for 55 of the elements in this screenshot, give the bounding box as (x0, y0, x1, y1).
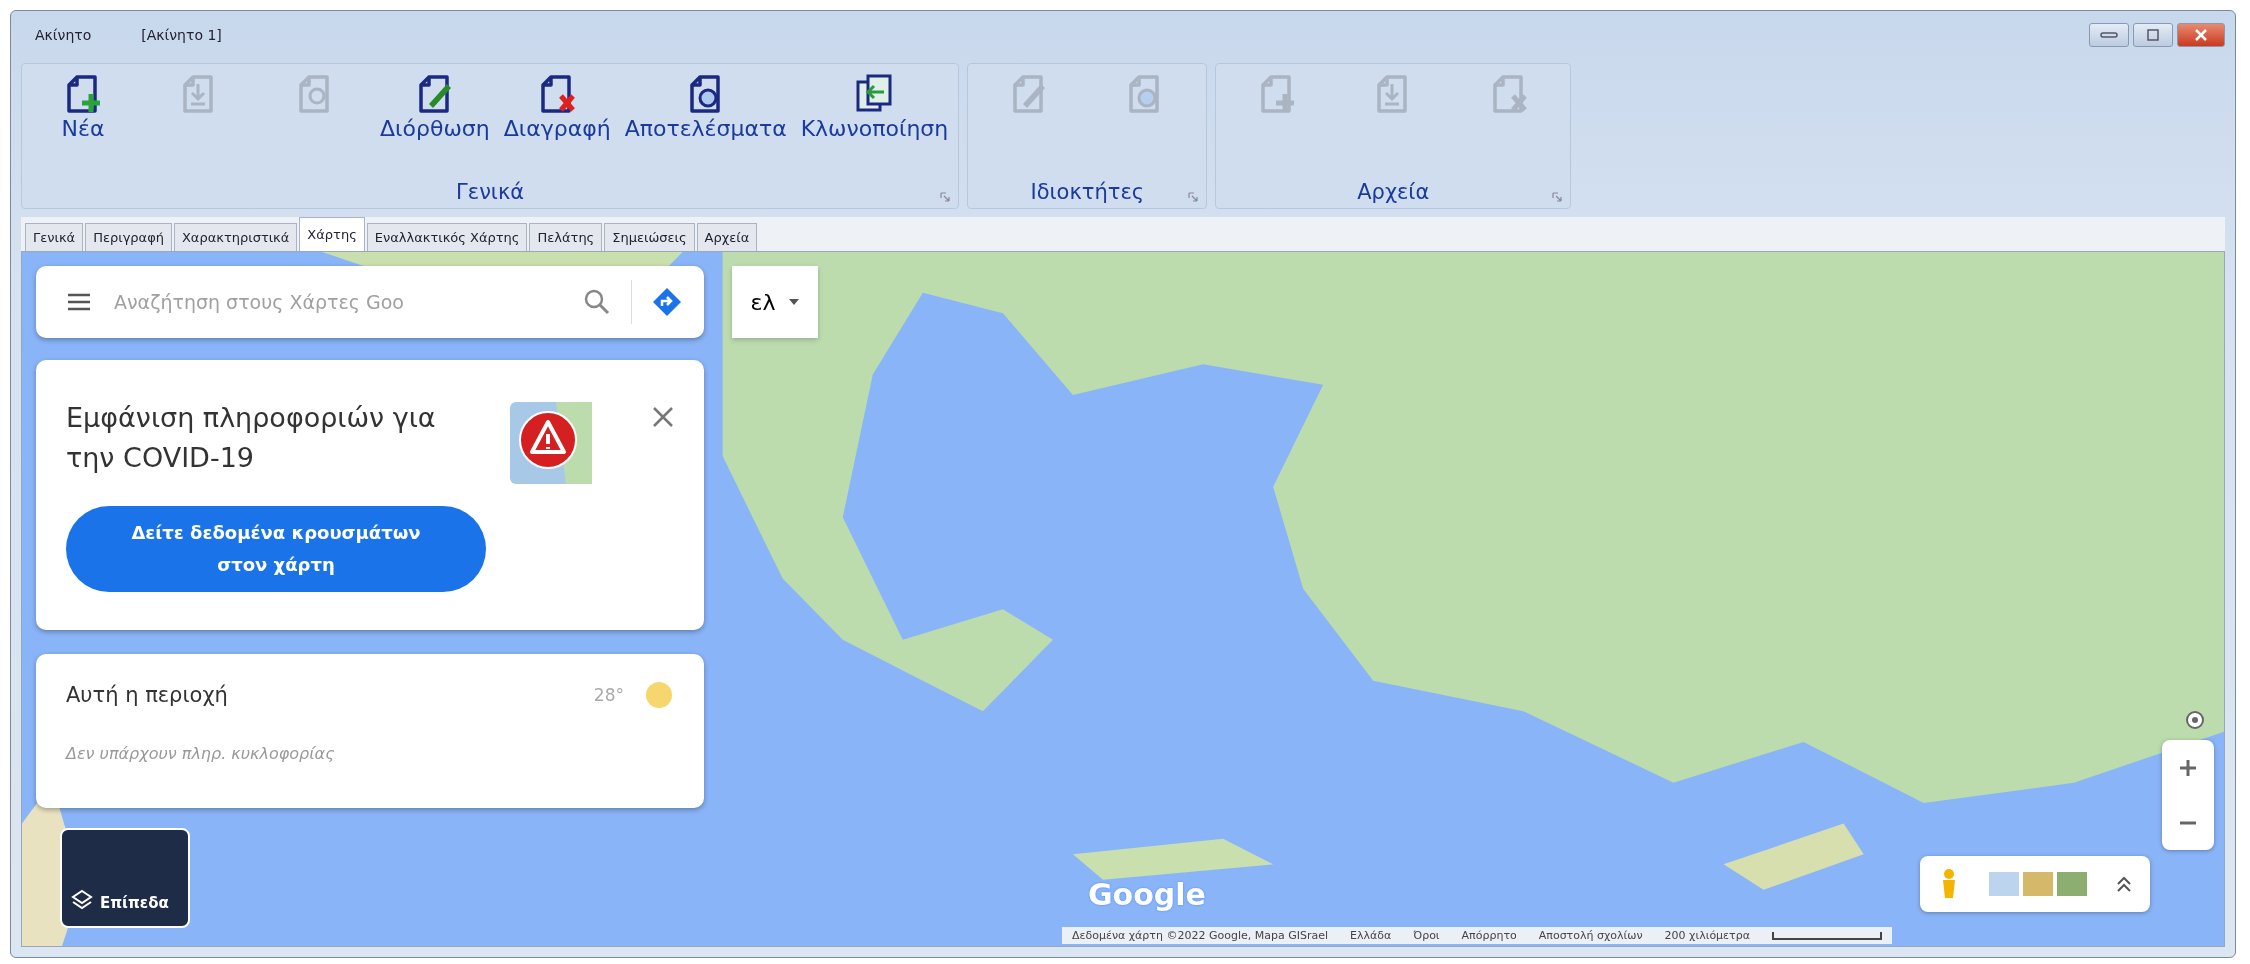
attribution-link[interactable]: Όροι (1413, 929, 1440, 942)
map-thumbnail[interactable] (1989, 872, 2019, 896)
window-title: [Ακίνητο 1] (141, 27, 222, 43)
directions-icon[interactable] (652, 287, 682, 317)
group-label: Αρχεία (1357, 180, 1430, 204)
minimize-button[interactable] (2089, 23, 2129, 47)
sun-icon (644, 680, 674, 710)
group-label: Γενικά (456, 180, 525, 204)
scale-bar-icon (1771, 930, 1882, 941)
window-title: Ακίνητο (35, 27, 92, 43)
dialog-launcher-icon[interactable] (1188, 192, 1199, 202)
layers-icon (70, 888, 94, 912)
ribbon-button[interactable]: Νέα (28, 68, 138, 180)
search-icon[interactable] (583, 288, 611, 316)
menu-icon[interactable] (66, 292, 92, 312)
ribbon-button[interactable]: Διαγραφή (499, 68, 615, 180)
zoom-in-icon[interactable] (2178, 757, 2198, 778)
close-icon (2194, 29, 2208, 41)
tab[interactable]: Πελάτης (529, 223, 603, 251)
copy-document-icon (854, 74, 895, 114)
temperature-text: 28° (593, 685, 624, 705)
traffic-note: Δεν υπάρχουν πληρ. κυκλοφορίας (66, 744, 336, 763)
attribution-text: Δεδομένα χάρτη ©2022 Google, Mapa GISrael (1072, 929, 1328, 942)
tab[interactable]: Αρχεία (696, 223, 758, 251)
map-thumbnail[interactable] (2023, 872, 2053, 896)
tab[interactable]: Γενικά (25, 223, 84, 251)
dialog-launcher-icon[interactable] (940, 192, 951, 202)
tab[interactable]: Χαρακτηριστικά (173, 223, 298, 251)
attribution-link[interactable]: Αποστολή σχολίων (1538, 929, 1643, 942)
view-cases-button[interactable]: Δείτε δεδομένα κρουσμάτων στον χάρτη (66, 506, 486, 592)
card-title: Αυτή η περιοχή (66, 683, 229, 707)
dialog-launcher-icon[interactable] (1552, 192, 1563, 202)
minimize-icon (2100, 31, 2118, 39)
group-label: Ιδιοκτήτες (1030, 180, 1145, 204)
close-icon[interactable] (652, 406, 674, 428)
maximize-icon (2147, 29, 2159, 41)
tab[interactable]: Περιγραφή (85, 223, 172, 251)
tab[interactable]: Χάρτης (299, 217, 365, 251)
ribbon-button[interactable]: Διόρθωση (376, 68, 494, 180)
maximize-button[interactable] (2133, 23, 2173, 47)
ribbon-button[interactable]: Αποτελέσματα (620, 68, 791, 180)
close-button[interactable] (2177, 23, 2225, 47)
dropdown-caret-icon (789, 299, 800, 305)
scale-label: 200 χιλιόμετρα (1664, 929, 1750, 942)
card-title: Εμφάνιση πληροφοριών για την COVID-19 (66, 401, 437, 475)
ribbon-button[interactable]: Κλωνοποίηση (796, 68, 953, 180)
attribution-link[interactable]: Ελλάδα (1350, 929, 1392, 942)
map-thumbnail[interactable] (2057, 872, 2087, 896)
language-dropdown[interactable]: ελ (732, 266, 818, 338)
layers-button[interactable]: Επίπεδα (60, 828, 190, 928)
expand-up-icon[interactable] (2116, 875, 2132, 893)
tab[interactable]: Σημειώσεις (604, 223, 695, 251)
google-logo: Google (1088, 877, 1206, 912)
tab[interactable]: Εναλλακτικός Χάρτης (366, 223, 528, 251)
attribution-link[interactable]: Απόρρητο (1461, 929, 1517, 942)
